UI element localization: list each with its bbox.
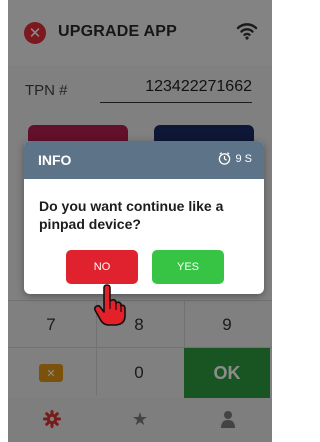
app-screen: ✕ UPGRADE APP TPN # 123422271662 7 8 9 ✕… [8, 0, 272, 442]
clock-icon [219, 152, 231, 165]
yes-button[interactable]: YES [152, 250, 224, 284]
timer-text: 9 S [235, 152, 252, 165]
dialog-header: INFO 9 S [24, 141, 264, 179]
dialog-title: INFO [38, 152, 72, 168]
info-dialog: INFO 9 S Do you want continue like a pin… [24, 141, 264, 294]
no-button[interactable]: NO [66, 250, 138, 284]
pointer-hand-icon [93, 284, 126, 326]
countdown-timer: 9 S [218, 152, 252, 165]
dialog-message: Do you want continue like a pinpad devic… [39, 198, 224, 232]
